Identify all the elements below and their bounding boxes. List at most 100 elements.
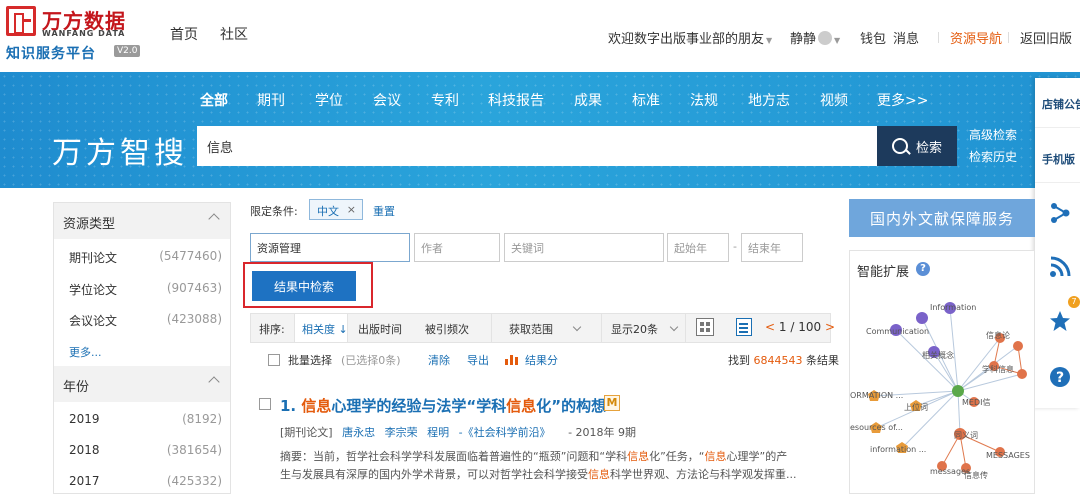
graph-node[interactable] — [1017, 369, 1027, 379]
chevron-up-icon[interactable] — [208, 213, 220, 225]
facet-journal-papers[interactable]: 期刊论文 — [69, 249, 117, 266]
svg-text:?: ? — [1056, 370, 1064, 386]
chevron-down-icon: ▼ — [766, 36, 773, 45]
end-year-field[interactable]: 结束年 — [741, 233, 803, 262]
knowledge-graph[interactable]: Information Communication 相关概念 信息论 ORMAT… — [850, 288, 1034, 488]
year-header[interactable]: 年份 — [54, 366, 230, 402]
list-view-icon[interactable] — [736, 318, 752, 336]
start-year-field[interactable]: 起始年 — [667, 233, 729, 262]
search-banner: 全部 期刊 学位 会议 专利 科技报告 成果 标准 法规 地方志 视频 更多>>… — [0, 72, 1080, 188]
facet-degree-theses[interactable]: 学位论文 — [69, 281, 117, 298]
tab-more[interactable]: 更多>> — [877, 90, 928, 110]
facet-panel: 资源类型 期刊论文 (5477460) 学位论文 (907463) 会议论文 (… — [53, 202, 231, 494]
clear-link[interactable]: 清除 — [428, 352, 450, 368]
graph-labels: Information Communication 相关概念 信息论 ORMAT… — [850, 303, 1030, 480]
graph-node[interactable] — [1013, 341, 1023, 351]
sort-relevance[interactable]: 相关度 ↓ — [302, 321, 348, 337]
bar-chart-icon[interactable] — [505, 353, 519, 365]
graph-label: 信息论 — [986, 330, 1010, 340]
wanfang-logo-icon[interactable] — [6, 6, 36, 36]
journal-link[interactable]: -《社会科学前沿》 — [459, 426, 551, 439]
next-page-button[interactable]: > — [825, 320, 835, 334]
tab-conferences[interactable]: 会议 — [373, 90, 401, 110]
facet-more-link[interactable]: 更多... — [69, 344, 102, 360]
user-menu[interactable]: 静静 ▼ — [790, 28, 840, 47]
graph-node[interactable] — [916, 312, 928, 324]
facet-year-2019[interactable]: 2019 — [69, 412, 100, 426]
resource-type-header[interactable]: 资源类型 — [54, 203, 230, 239]
sort-citations[interactable]: 被引频次 — [425, 321, 469, 337]
filter-chip-chinese[interactable]: 中文 × — [309, 199, 363, 220]
graph-label: 上位词 — [904, 402, 928, 412]
tab-standards[interactable]: 标准 — [632, 90, 660, 110]
resource-nav-link[interactable]: 资源导航 — [950, 28, 1002, 47]
reset-link[interactable]: 重置 — [373, 203, 395, 219]
nav-community[interactable]: 社区 — [220, 24, 248, 44]
close-icon[interactable]: × — [347, 203, 356, 216]
graph-node[interactable] — [952, 385, 964, 397]
mobile-version-button[interactable]: 手机版 — [1035, 133, 1080, 183]
export-link[interactable]: 导出 — [467, 352, 489, 368]
help-icon[interactable]: ? — [916, 262, 930, 276]
chevron-up-icon[interactable] — [208, 376, 220, 388]
facet-year-2018[interactable]: 2018 — [69, 443, 100, 457]
tab-degrees[interactable]: 学位 — [315, 90, 343, 110]
messages-link[interactable]: 消息 — [893, 28, 919, 47]
literature-service-banner[interactable]: 国内外文献保障服务 — [849, 199, 1035, 237]
prev-page-button[interactable]: < — [765, 320, 775, 334]
tab-local-chronicles[interactable]: 地方志 — [748, 90, 790, 110]
advanced-search-link[interactable]: 高级检索 — [969, 126, 1017, 143]
sort-pub-time[interactable]: 出版时间 — [358, 321, 402, 337]
tab-patents[interactable]: 专利 — [431, 90, 459, 110]
search-history-link[interactable]: 检索历史 — [969, 148, 1017, 165]
welcome-text[interactable]: 欢迎数字出版事业部的朋友 ▼ — [608, 28, 772, 47]
platform-name: 知识服务平台 — [6, 46, 96, 62]
pagination: < 1 / 100 > — [765, 320, 835, 334]
abstract-line: 摘要：当前，哲学社会科学学科发展面临着普遍性的“瓶颈”问题和“学科信息化”任务，… — [280, 450, 788, 463]
bulk-select-label[interactable]: 批量选择 — [288, 352, 332, 368]
grid-view-icon[interactable] — [696, 318, 714, 336]
author-link[interactable]: 唐永忠 — [342, 426, 375, 439]
divider — [685, 314, 686, 342]
wallet-link[interactable]: 钱包 — [860, 28, 886, 47]
avatar — [818, 31, 833, 45]
keyword-field[interactable]: 关键词 — [504, 233, 664, 262]
facet-year-2017[interactable]: 2017 — [69, 474, 100, 488]
author-link[interactable]: 程明 — [427, 426, 449, 439]
tab-videos[interactable]: 视频 — [820, 90, 848, 110]
facet-conference-papers[interactable]: 会议论文 — [69, 312, 117, 329]
result-checkbox[interactable] — [259, 398, 271, 410]
tab-tech-reports[interactable]: 科技报告 — [488, 90, 544, 110]
old-version-link[interactable]: 返回旧版 — [1020, 28, 1072, 47]
tab-regulations[interactable]: 法规 — [690, 90, 718, 110]
page-size-dropdown[interactable]: 显示20条 — [611, 321, 658, 337]
rss-icon[interactable] — [1049, 256, 1071, 278]
selected-count: (已选择0条) — [341, 354, 401, 367]
graph-label: 同义词 — [954, 431, 978, 440]
subject-field[interactable]: 资源管理 — [250, 233, 410, 262]
nav-home[interactable]: 首页 — [170, 24, 198, 44]
store-announcement-button[interactable]: 店铺公告 — [1035, 78, 1080, 128]
page-indicator: 1 / 100 — [778, 320, 822, 334]
divider — [1008, 32, 1009, 43]
share-icon[interactable] — [1049, 202, 1071, 224]
divider — [601, 314, 602, 342]
tab-all[interactable]: 全部 — [200, 90, 228, 110]
search-button[interactable]: 检索 — [877, 126, 957, 166]
author-field[interactable]: 作者 — [414, 233, 500, 262]
facet-count: (423088) — [166, 312, 222, 326]
result-title[interactable]: 1. 信息心理学的经验与法学“学科信息化”的构想 — [280, 395, 606, 416]
help-icon[interactable]: ? — [1049, 366, 1071, 388]
arrow-down-icon: ↓ — [338, 323, 348, 336]
analyze-results-link[interactable]: 结果分 — [525, 352, 558, 368]
star-icon[interactable] — [1049, 310, 1071, 332]
graph-label: esources of... — [850, 423, 903, 432]
tab-journals[interactable]: 期刊 — [257, 90, 285, 110]
search-input[interactable] — [197, 126, 877, 166]
select-all-checkbox[interactable] — [268, 354, 280, 366]
author-link[interactable]: 李宗荣 — [385, 426, 418, 439]
graph-label: ORMATION ... — [850, 391, 903, 400]
search-in-results-button[interactable]: 结果中检索 — [252, 271, 356, 301]
scope-dropdown[interactable]: 获取范围 — [509, 321, 553, 337]
tab-achievements[interactable]: 成果 — [574, 90, 602, 110]
